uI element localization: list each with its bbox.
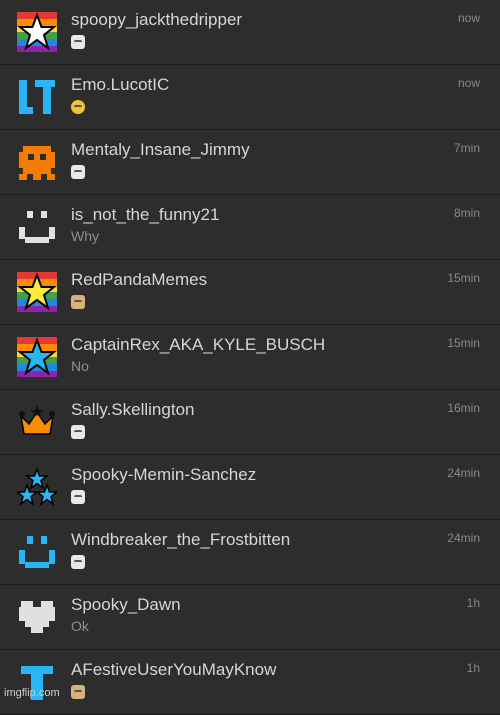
conversation-name: Mentaly_Insane_Jimmy [71, 140, 250, 159]
dog-emoji-icon [71, 685, 85, 700]
conversation-name: Spooky_Dawn [71, 595, 181, 614]
face-emoji-icon [71, 490, 85, 505]
face-emoji-icon [71, 165, 85, 180]
orange-ghost-icon [17, 142, 57, 182]
message-preview [71, 553, 85, 570]
message-preview: No [71, 358, 89, 374]
rainbow-star-yellow-icon [17, 272, 57, 312]
conversation-row[interactable]: Mentaly_Insane_Jimmy 7min [0, 130, 500, 195]
message-preview: Ok [71, 618, 89, 634]
conversation-name: Emo.LucotIC [71, 75, 170, 94]
smile-face-icon [17, 207, 57, 247]
timestamp: 24min [447, 531, 480, 545]
crown-icon [17, 402, 57, 442]
conversation-name: CaptainRex_AKA_KYLE_BUSCH [71, 335, 326, 354]
conversation-name: AFestiveUserYouMayKnow [71, 660, 277, 679]
watermark: imgflip.com [4, 687, 60, 699]
timestamp: 1h [466, 661, 480, 675]
conversation-name: Windbreaker_the_Frostbitten [71, 530, 291, 549]
rainbow-star-white-icon [17, 12, 57, 52]
rainbow-star-blue-icon [17, 337, 57, 377]
timestamp: 15min [447, 271, 480, 285]
conversation-row[interactable]: Spooky_Dawn Ok 1h [0, 585, 500, 650]
conversation-row[interactable]: spoopy_jackthedripper now [0, 0, 500, 65]
triple-star-icon [17, 467, 57, 507]
message-preview [71, 488, 85, 505]
conversation-name: Sally.Skellington [71, 400, 195, 419]
conversation-row[interactable]: Spooky-Memin-Sanchez 24min [0, 455, 500, 520]
timestamp: 16min [447, 401, 480, 415]
timestamp: 1h [466, 596, 480, 610]
conversation-name: spoopy_jackthedripper [71, 10, 243, 29]
face-emoji-icon [71, 555, 85, 570]
timestamp: 7min [453, 141, 480, 155]
dog-emoji-icon [71, 295, 85, 310]
lt-letters-icon [17, 77, 57, 117]
conversation-row[interactable]: is_not_the_funny21 Why 8min [0, 195, 500, 260]
message-preview [71, 163, 85, 180]
heart-icon [17, 597, 57, 637]
conversation-name: is_not_the_funny21 [71, 205, 220, 224]
message-preview [71, 683, 85, 700]
conversation-list: spoopy_jackthedripper now Emo.LucotIC no… [0, 0, 500, 715]
conversation-row[interactable]: Sally.Skellington 16min [0, 390, 500, 455]
timestamp: now [457, 11, 480, 25]
message-preview [71, 33, 85, 50]
face-emoji-icon [71, 35, 85, 50]
face-emoji-icon [71, 425, 85, 440]
conversation-row[interactable]: Emo.LucotIC now [0, 65, 500, 130]
message-preview [71, 293, 85, 310]
timestamp: 24min [447, 466, 480, 480]
message-preview [71, 423, 85, 440]
conversation-row[interactable]: CaptainRex_AKA_KYLE_BUSCH No 15min [0, 325, 500, 390]
timestamp: 15min [447, 336, 480, 350]
blue-smile-face-icon [17, 532, 57, 572]
conversation-name: RedPandaMemes [71, 270, 208, 289]
message-preview: Why [71, 228, 99, 244]
conversation-name: Spooky-Memin-Sanchez [71, 465, 257, 484]
conversation-row[interactable]: RedPandaMemes 15min [0, 260, 500, 325]
kiss-emoji-icon [71, 100, 85, 115]
conversation-row[interactable]: AFestiveUserYouMayKnow 1h [0, 650, 500, 715]
message-preview [71, 98, 85, 115]
timestamp: 8min [453, 206, 480, 220]
conversation-row[interactable]: Windbreaker_the_Frostbitten 24min [0, 520, 500, 585]
timestamp: now [457, 76, 480, 90]
